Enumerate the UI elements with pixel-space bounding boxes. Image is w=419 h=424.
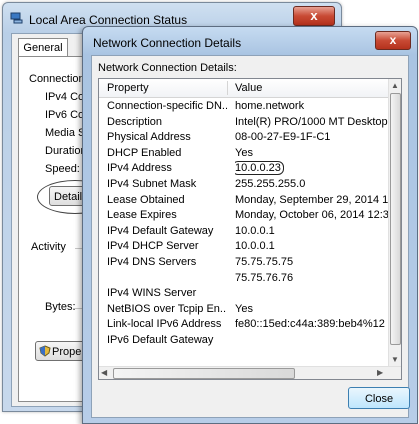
vertical-scroll-thumb[interactable] bbox=[390, 93, 401, 345]
list-header: Property Value bbox=[99, 79, 401, 98]
row-property: IPv4 Subnet Mask bbox=[107, 177, 197, 190]
scroll-left-icon[interactable]: ◀ bbox=[101, 368, 107, 377]
row-property: DHCP Enabled bbox=[107, 146, 182, 159]
horizontal-scroll-thumb[interactable] bbox=[113, 368, 295, 379]
row-property: Link-local IPv6 Address bbox=[107, 318, 222, 331]
row-property: Physical Address bbox=[107, 131, 191, 144]
row-value: Yes bbox=[235, 146, 253, 159]
speed-label: Speed: bbox=[45, 163, 80, 175]
vertical-scrollbar[interactable]: ▲ ▼ bbox=[388, 79, 401, 379]
row-value: 255.255.255.0 bbox=[235, 177, 306, 190]
row-value: 10.0.0.1 bbox=[235, 224, 275, 237]
row-property: IPv6 Default Gateway bbox=[107, 333, 214, 346]
row-value: 75.75.76.76 bbox=[235, 271, 294, 284]
row-value: Yes bbox=[235, 302, 253, 315]
window-title: Local Area Connection Status bbox=[29, 13, 188, 27]
details-caption: Network Connection Details: bbox=[98, 62, 237, 74]
row-value: Monday, October 06, 2014 12:33:40 A bbox=[235, 209, 389, 222]
network-connection-details-dialog: Network Connection Details x Network Con… bbox=[82, 26, 418, 424]
column-header-property[interactable]: Property bbox=[107, 82, 149, 94]
ipv4-address-highlight: 10.0.0.23 bbox=[235, 161, 284, 176]
bytes-label: Bytes: bbox=[45, 301, 76, 313]
close-button[interactable]: Close bbox=[348, 387, 410, 409]
horizontal-scrollbar[interactable]: ◀ ▶ bbox=[99, 366, 401, 379]
list-row[interactable]: IPv4 DNS Servers 75.75.75.75 bbox=[99, 255, 389, 271]
row-value: Monday, September 29, 2014 12:33:3 bbox=[235, 193, 389, 206]
list-row[interactable]: Connection-specific DN... home.network bbox=[99, 99, 389, 115]
dialog-body: Network Connection Details: Property Val… bbox=[91, 55, 410, 418]
column-header-value[interactable]: Value bbox=[235, 82, 262, 94]
row-property: Connection-specific DN... bbox=[107, 100, 227, 112]
scroll-up-icon[interactable]: ▲ bbox=[391, 81, 399, 90]
tab-general[interactable]: General bbox=[18, 38, 68, 57]
list-row[interactable]: IPv4 DHCP Server 10.0.0.1 bbox=[99, 239, 389, 255]
row-property: NetBIOS over Tcpip En... bbox=[107, 302, 227, 315]
list-row[interactable]: DHCP Enabled Yes bbox=[99, 146, 389, 162]
dialog-title: Network Connection Details bbox=[93, 36, 242, 50]
row-value: 75.75.75.75 bbox=[235, 255, 294, 268]
list-row[interactable]: IPv4 Default Gateway 10.0.0.1 bbox=[99, 224, 389, 240]
row-value: 08-00-27-E9-1F-C1 bbox=[235, 131, 331, 144]
list-row[interactable]: IPv6 Default Gateway bbox=[99, 333, 389, 349]
details-list[interactable]: Property Value Connection-specific DN...… bbox=[98, 78, 402, 380]
row-value: 10.0.0.1 bbox=[235, 240, 275, 253]
row-value: Intel(R) PRO/1000 MT Desktop Adap bbox=[235, 115, 389, 128]
column-separator[interactable] bbox=[227, 81, 228, 95]
row-property: IPv4 DNS Servers bbox=[107, 255, 197, 268]
list-row[interactable]: Lease Expires Monday, October 06, 2014 12… bbox=[99, 208, 389, 224]
row-property: IPv4 Address bbox=[107, 162, 172, 175]
row-property: IPv4 WINS Server bbox=[107, 287, 197, 300]
close-window-button[interactable]: x bbox=[293, 6, 335, 26]
row-value: 10.0.0.23 bbox=[235, 161, 389, 177]
list-row[interactable]: NetBIOS over Tcpip En... Yes bbox=[99, 302, 389, 318]
close-dialog-x-button[interactable]: x bbox=[375, 31, 411, 50]
row-value: home.network bbox=[235, 100, 305, 112]
connection-section-label: Connection bbox=[29, 73, 85, 85]
list-row[interactable]: Physical Address 08-00-27-E9-1F-C1 bbox=[99, 130, 389, 146]
scroll-down-icon[interactable]: ▼ bbox=[391, 355, 399, 364]
row-property: IPv4 DHCP Server bbox=[107, 240, 199, 253]
list-row[interactable]: Link-local IPv6 Address fe80::15ed:c44a:3… bbox=[99, 317, 389, 333]
list-row[interactable]: IPv4 Subnet Mask 255.255.255.0 bbox=[99, 177, 389, 193]
shield-icon bbox=[39, 345, 51, 357]
row-property: Description bbox=[107, 115, 163, 128]
row-property: IPv4 Default Gateway bbox=[107, 224, 214, 237]
scroll-right-icon[interactable]: ▶ bbox=[377, 368, 383, 377]
network-icon bbox=[10, 12, 23, 24]
row-property: Lease Obtained bbox=[107, 193, 185, 206]
list-row[interactable]: Description Intel(R) PRO/1000 MT Desktop … bbox=[99, 115, 389, 131]
activity-section-label: Activity bbox=[31, 241, 66, 253]
list-row[interactable]: 75.75.76.76 bbox=[99, 271, 389, 287]
list-row[interactable]: IPv4 Address 10.0.0.23 bbox=[99, 161, 389, 177]
details-rows: Connection-specific DN... home.network De… bbox=[99, 99, 389, 349]
list-row[interactable]: IPv4 WINS Server bbox=[99, 286, 389, 302]
list-row[interactable]: Lease Obtained Monday, September 29, 2014… bbox=[99, 193, 389, 209]
row-value: fe80::15ed:c44a:389:beb4%12 bbox=[235, 318, 385, 331]
row-property: Lease Expires bbox=[107, 209, 177, 222]
